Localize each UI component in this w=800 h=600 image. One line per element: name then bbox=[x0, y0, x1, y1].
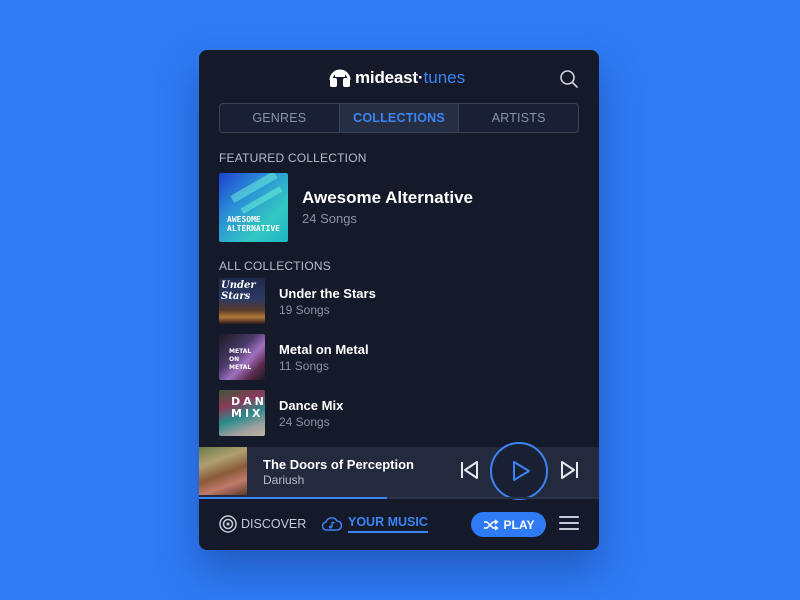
collection-art: Under Stars bbox=[219, 278, 265, 324]
play-icon bbox=[513, 461, 530, 481]
featured-collection[interactable]: AWESOME ALTERNATIVE Awesome Alternative … bbox=[219, 172, 579, 242]
collection-title: Under the Stars bbox=[279, 285, 376, 301]
featured-section-label: FEATURED COLLECTION bbox=[219, 151, 367, 165]
now-playing-artist: Dariush bbox=[263, 473, 305, 487]
tab-genres[interactable]: GENRES bbox=[220, 104, 340, 132]
nav-discover[interactable]: DISCOVER bbox=[219, 515, 306, 533]
header: mideast · tunes bbox=[199, 50, 599, 104]
collection-art-text: DANCE MIX bbox=[231, 395, 265, 420]
featured-art-text: AWESOME ALTERNATIVE bbox=[227, 214, 280, 233]
featured-title: Awesome Alternative bbox=[302, 188, 474, 207]
search-icon bbox=[560, 70, 578, 88]
skip-previous-icon bbox=[461, 461, 478, 479]
search-button[interactable] bbox=[559, 69, 579, 89]
all-collections-label: ALL COLLECTIONS bbox=[219, 259, 331, 273]
collection-art-text: METAL ON METAL bbox=[229, 348, 252, 371]
collection-title: Dance Mix bbox=[279, 397, 344, 413]
shuffle-icon bbox=[483, 518, 499, 531]
collection-tabs: GENRES COLLECTIONS ARTISTS bbox=[219, 103, 579, 133]
collection-item[interactable]: DANCE MIX Dance Mix 24 Songs bbox=[219, 390, 579, 436]
skip-next-icon bbox=[561, 461, 578, 479]
collection-song-count: 24 Songs bbox=[279, 414, 330, 429]
play-button[interactable] bbox=[490, 442, 548, 500]
now-playing-bar: The Doors of Perception Dariush bbox=[199, 442, 599, 500]
tab-collections[interactable]: COLLECTIONS bbox=[339, 104, 460, 132]
shuffle-play-label: PLAY bbox=[503, 517, 535, 532]
nav-your-music[interactable]: YOUR MUSIC bbox=[322, 515, 428, 533]
collection-art-text: Under Stars bbox=[221, 280, 256, 302]
collection-song-count: 19 Songs bbox=[279, 302, 330, 317]
nav-discover-label: DISCOVER bbox=[241, 517, 307, 531]
nav-your-music-label: YOUR MUSIC bbox=[348, 515, 428, 533]
collection-title: Metal on Metal bbox=[279, 341, 369, 357]
brand-name-main: mideast bbox=[355, 68, 418, 87]
bottom-navigation: DISCOVER YOUR MUSIC PLAY bbox=[199, 499, 599, 550]
featured-album-art: AWESOME ALTERNATIVE bbox=[219, 172, 288, 242]
cloud-music-icon bbox=[322, 517, 342, 531]
previous-track-button[interactable] bbox=[460, 460, 480, 480]
collection-art: DANCE MIX bbox=[219, 390, 265, 436]
hamburger-menu-icon bbox=[559, 516, 579, 530]
now-playing-art bbox=[199, 447, 247, 495]
tab-artists[interactable]: ARTISTS bbox=[459, 104, 578, 132]
collection-song-count: 11 Songs bbox=[279, 358, 329, 373]
featured-song-count: 24 Songs bbox=[302, 211, 357, 226]
next-track-button[interactable] bbox=[559, 460, 579, 480]
now-playing-title: The Doors of Perception bbox=[263, 457, 414, 472]
headphones-logo-icon bbox=[329, 69, 351, 87]
collection-item[interactable]: METAL ON METAL Metal on Metal 11 Songs bbox=[219, 334, 579, 380]
brand-logo: mideast · tunes bbox=[329, 67, 465, 89]
collection-art: METAL ON METAL bbox=[219, 334, 265, 380]
shuffle-play-button[interactable]: PLAY bbox=[471, 512, 546, 537]
collection-item[interactable]: Under Stars Under the Stars 19 Songs bbox=[219, 278, 579, 324]
music-app-panel: mideast · tunes GENRES COLLECTIONS ARTIS… bbox=[199, 50, 599, 550]
target-disc-icon bbox=[219, 515, 237, 533]
brand-name-accent: tunes bbox=[423, 68, 466, 87]
hamburger-menu-button[interactable] bbox=[559, 516, 579, 532]
